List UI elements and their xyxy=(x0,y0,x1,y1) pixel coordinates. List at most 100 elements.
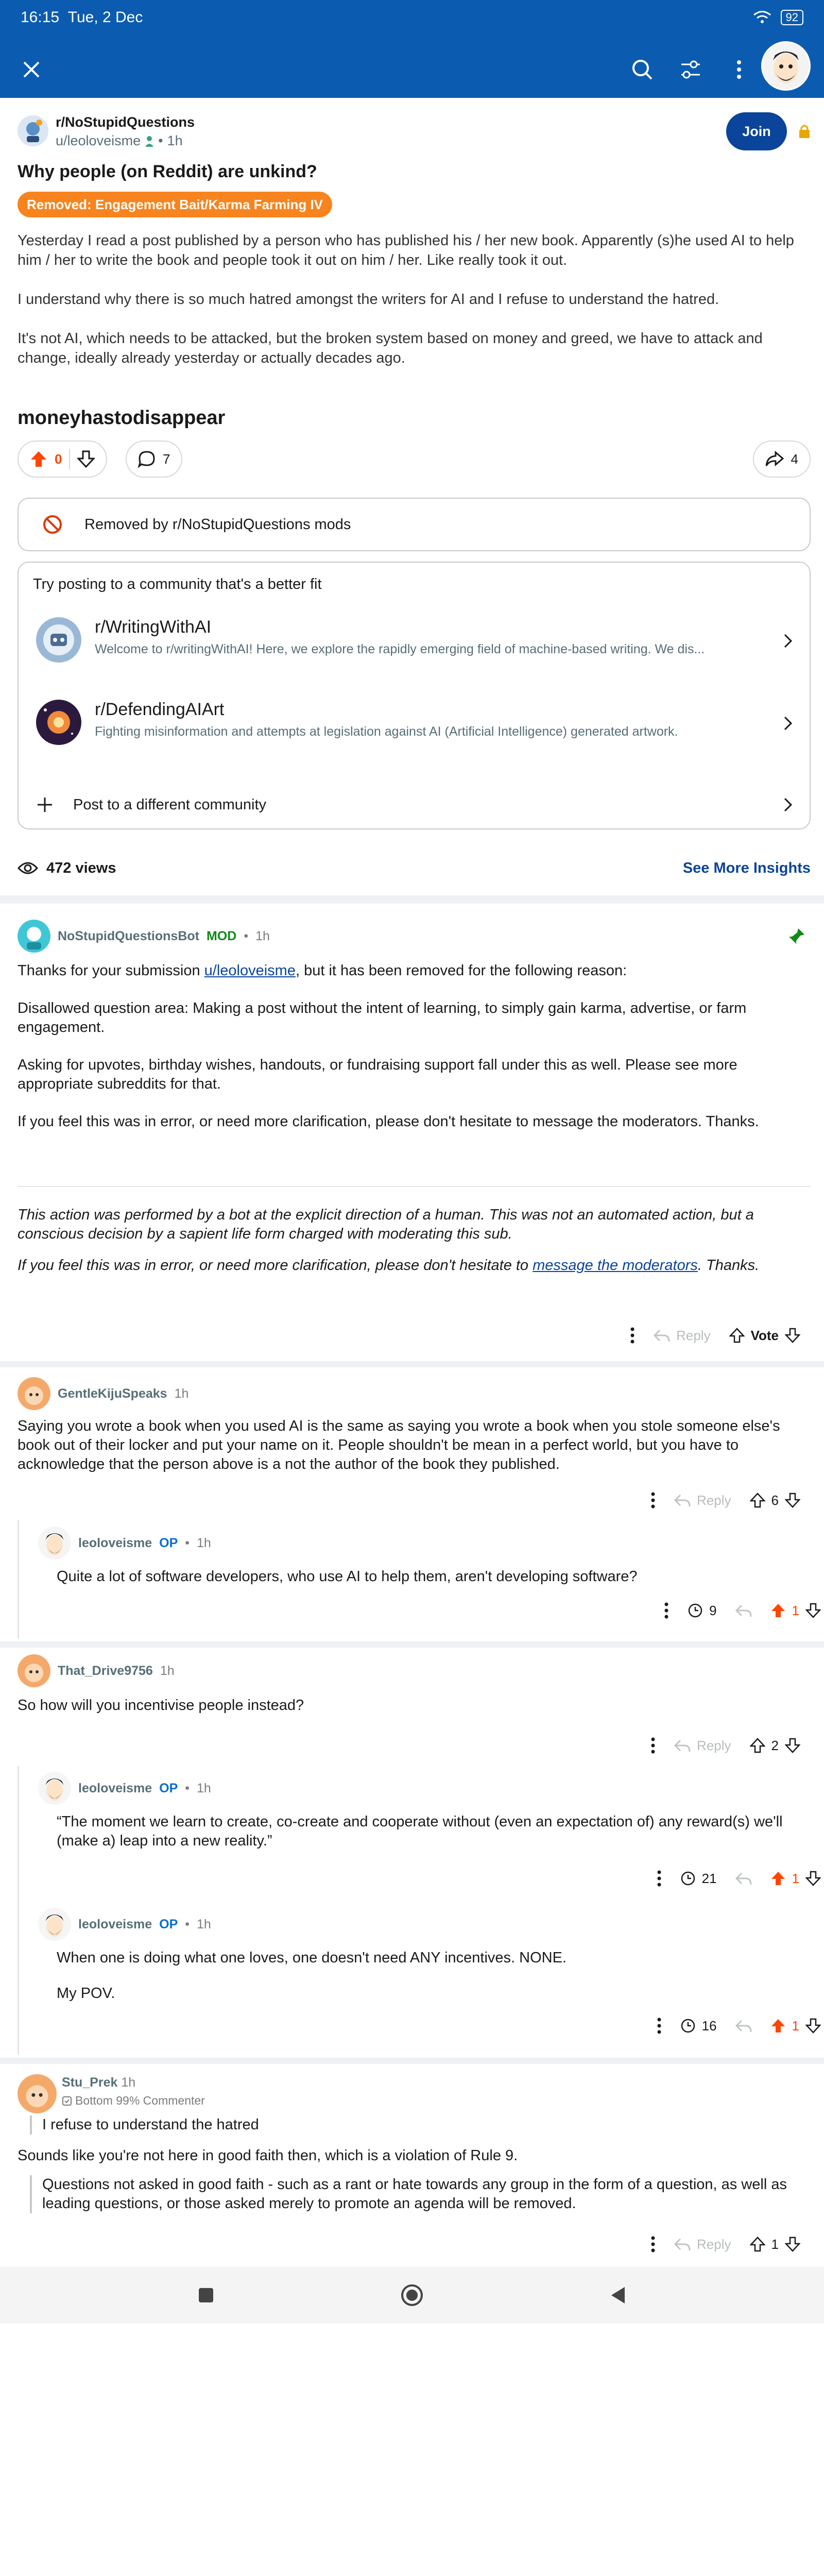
reply-button[interactable]: Reply xyxy=(654,1327,711,1344)
see-insights-link[interactable]: See More Insights xyxy=(683,860,811,877)
reply-button[interactable]: Reply xyxy=(674,1493,731,1509)
vote-count: 6 xyxy=(771,1492,779,1508)
community-suggestion[interactable]: r/DefendingAIArt Fighting misinformation… xyxy=(36,694,793,751)
reply-icon[interactable] xyxy=(735,1871,752,1886)
chevron-right-icon xyxy=(784,798,793,812)
post-header: r/NoStupidQuestions u/leoloveisme • 1h J… xyxy=(18,112,811,154)
more-options-button[interactable] xyxy=(721,52,757,88)
more-vertical-icon[interactable] xyxy=(650,1492,656,1509)
upvote-icon[interactable] xyxy=(770,2018,786,2033)
downvote-icon[interactable] xyxy=(785,1493,800,1508)
post-different-community-button[interactable]: Post to a different community xyxy=(36,789,793,820)
vote-label: Vote xyxy=(750,1327,779,1343)
join-button[interactable]: Join xyxy=(726,112,787,150)
search-icon xyxy=(632,60,653,80)
community-suggestions: Try posting to a community that's a bett… xyxy=(18,562,811,829)
upvote-icon[interactable] xyxy=(30,450,47,468)
comment-header: GentleKijuSpeaks 1h xyxy=(18,1376,188,1412)
search-button[interactable] xyxy=(624,52,660,88)
more-vertical-icon[interactable] xyxy=(657,2017,662,2035)
op-avatar-icon xyxy=(45,1533,64,1555)
vote-group: 6 xyxy=(749,1492,800,1509)
downvote-icon[interactable] xyxy=(785,1328,800,1343)
avatar[interactable] xyxy=(38,1908,71,1941)
upvote-icon[interactable] xyxy=(749,2236,765,2252)
downvote-icon[interactable] xyxy=(805,1603,821,1618)
comment-actions: Reply Vote xyxy=(630,1320,800,1351)
avatar[interactable] xyxy=(38,1772,71,1805)
share-button[interactable]: 4 xyxy=(752,440,811,478)
community-name: r/DefendingAIArt xyxy=(95,700,225,719)
vote-count: 1 xyxy=(792,1602,799,1618)
comment-username[interactable]: GentleKijuSpeaks xyxy=(58,1386,167,1401)
vote-group: 1 xyxy=(770,1603,821,1619)
upvote-icon[interactable] xyxy=(749,1738,765,1753)
more-vertical-icon[interactable] xyxy=(650,2235,656,2253)
chevron-right-icon xyxy=(784,716,793,731)
more-vertical-icon xyxy=(737,60,741,79)
plus-icon xyxy=(38,798,52,812)
more-vertical-icon[interactable] xyxy=(630,1327,635,1344)
post-author[interactable]: u/leoloveisme xyxy=(56,133,141,149)
more-vertical-icon[interactable] xyxy=(650,1737,656,1754)
comment-body: Saying you wrote a book when you used AI… xyxy=(18,1418,780,1472)
subreddit-name[interactable]: r/NoStupidQuestions xyxy=(56,114,195,130)
upvote-icon[interactable] xyxy=(770,1603,786,1618)
comment-actions: Reply 6 xyxy=(650,1485,800,1516)
comment-header: leoloveisme OP • 1h xyxy=(38,1906,211,1942)
back-icon[interactable] xyxy=(609,2285,627,2305)
user-mention-link[interactable]: u/leoloveisme xyxy=(204,962,296,979)
comment-username[interactable]: leoloveisme xyxy=(78,1781,152,1796)
user-avatar[interactable] xyxy=(761,41,811,91)
prohibited-icon xyxy=(43,515,62,534)
downvote-icon[interactable] xyxy=(785,1738,800,1753)
galaxy-icon xyxy=(36,700,81,745)
status-time-date: 16:15 Tue, 2 Dec xyxy=(21,9,143,26)
reply-icon xyxy=(654,1329,670,1342)
subreddit-avatar[interactable] xyxy=(18,115,48,146)
reply-icon[interactable] xyxy=(735,2019,752,2033)
message-moderators-link[interactable]: message the moderators xyxy=(533,1257,698,1274)
comment-username[interactable]: Stu_Prek xyxy=(62,2075,117,2090)
reply-button[interactable]: Reply xyxy=(674,2236,731,2252)
views-indicator: 9 xyxy=(688,1603,717,1619)
filter-button[interactable] xyxy=(673,52,709,88)
reply-label: Reply xyxy=(676,1327,711,1343)
comment-username[interactable]: leoloveisme xyxy=(78,1917,152,1932)
reply-label: Reply xyxy=(697,2236,731,2252)
views-indicator: 16 xyxy=(680,2018,717,2034)
avatar[interactable] xyxy=(18,920,50,953)
comments-button[interactable]: 7 xyxy=(126,440,183,478)
avatar[interactable] xyxy=(18,1377,50,1410)
reply-button[interactable]: Reply xyxy=(674,1738,731,1754)
comment-username[interactable]: That_Drive9756 xyxy=(58,1664,153,1679)
downvote-icon[interactable] xyxy=(77,450,95,468)
divider xyxy=(18,1186,811,1187)
upvote-icon[interactable] xyxy=(770,1871,786,1886)
recents-icon[interactable] xyxy=(197,2286,215,2304)
home-icon[interactable] xyxy=(400,2283,424,2307)
comment-paragraph: This action was performed by a bot at th… xyxy=(18,1207,754,1242)
views-count: 21 xyxy=(701,1870,717,1886)
reply-icon[interactable] xyxy=(735,1603,752,1618)
upvote-icon[interactable] xyxy=(729,1328,745,1343)
downvote-icon[interactable] xyxy=(785,2236,800,2252)
comment-actions: 21 1 xyxy=(657,1863,821,1894)
comment-username[interactable]: NoStupidQuestionsBot xyxy=(58,929,199,944)
vote-group: 1 xyxy=(770,1871,821,1887)
upvote-icon[interactable] xyxy=(749,1493,765,1508)
community-suggestion[interactable]: r/WritingWithAI Welcome to r/writingWith… xyxy=(36,612,793,669)
comment-username[interactable]: leoloveisme xyxy=(78,1536,152,1551)
downvote-icon[interactable] xyxy=(805,1871,821,1886)
status-bar: 16:15 Tue, 2 Dec 92 xyxy=(21,7,803,28)
close-button[interactable] xyxy=(13,52,49,88)
section-divider xyxy=(0,1361,824,1367)
avatar[interactable] xyxy=(18,1654,50,1687)
avatar[interactable] xyxy=(18,2074,57,2113)
avatar[interactable] xyxy=(38,1527,71,1560)
more-vertical-icon[interactable] xyxy=(664,1602,669,1619)
more-vertical-icon[interactable] xyxy=(657,1870,662,1887)
downvote-icon[interactable] xyxy=(805,2018,821,2033)
community-name: r/WritingWithAI xyxy=(95,617,212,637)
vote-pill: 0 xyxy=(18,440,108,478)
